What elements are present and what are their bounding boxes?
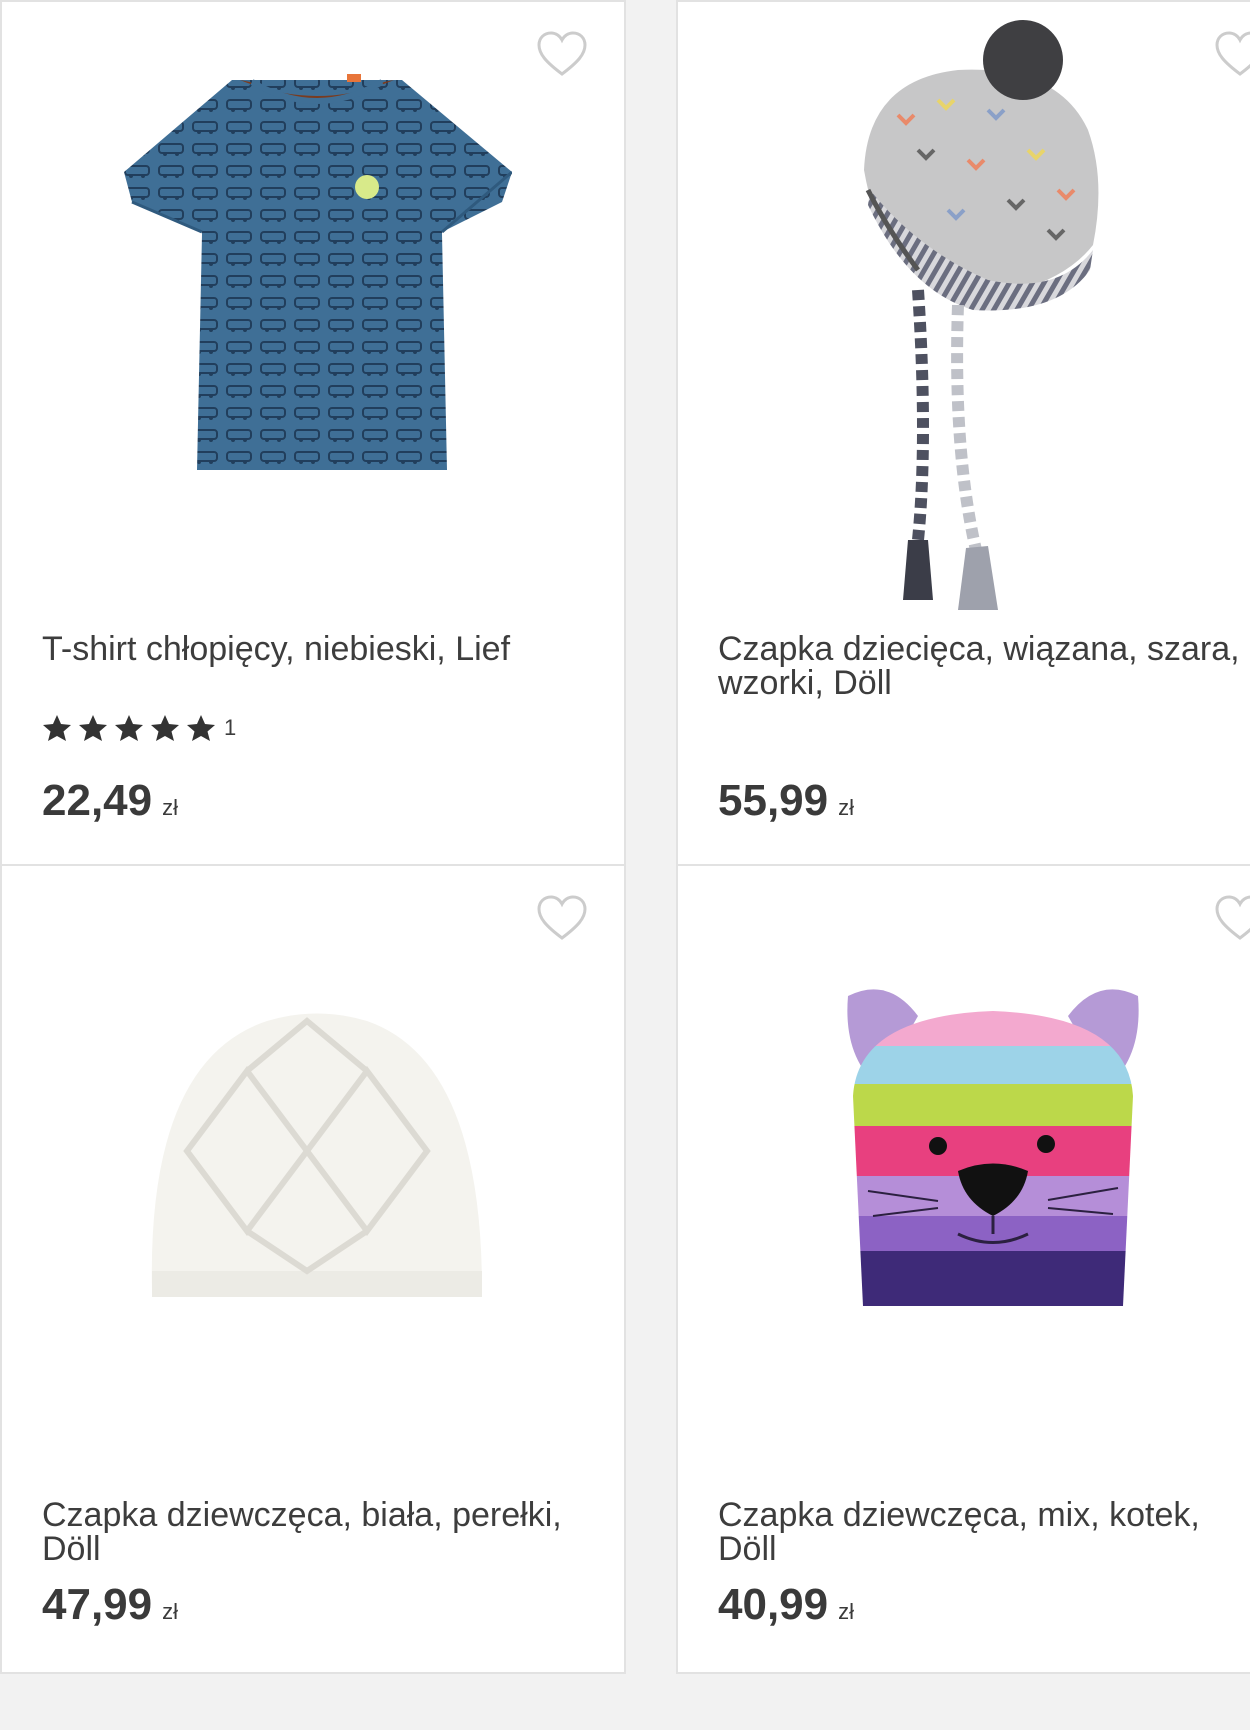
price: 47,99 zł bbox=[42, 1580, 178, 1630]
price-currency: zł bbox=[162, 1599, 178, 1624]
product-image-grey-hat[interactable] bbox=[858, 20, 1108, 620]
price-amount: 55,99 bbox=[718, 776, 829, 825]
star-icon bbox=[150, 714, 180, 742]
favorite-heart-icon[interactable] bbox=[536, 30, 588, 78]
product-title[interactable]: Czapka dziecięca, wiązana, szara, wzorki… bbox=[718, 632, 1250, 700]
product-image-tshirt[interactable] bbox=[122, 72, 512, 492]
product-card[interactable]: Czapka dziewczęca, mix, kotek, Döll 40,9… bbox=[676, 864, 1250, 1674]
price-amount: 22,49 bbox=[42, 776, 153, 825]
price-amount: 40,99 bbox=[718, 1580, 829, 1629]
rating: 1 bbox=[42, 714, 236, 742]
price-amount: 47,99 bbox=[42, 1580, 153, 1629]
star-icon bbox=[42, 714, 72, 742]
favorite-heart-icon[interactable] bbox=[536, 894, 588, 942]
product-card[interactable]: Czapka dziewczęca, biała, perełki, Döll … bbox=[0, 864, 626, 1674]
star-icon bbox=[78, 714, 108, 742]
price: 22,49 zł bbox=[42, 776, 178, 826]
star-icon bbox=[114, 714, 144, 742]
star-icon bbox=[186, 714, 216, 742]
product-title[interactable]: Czapka dziewczęca, mix, kotek, Döll bbox=[718, 1498, 1250, 1566]
product-title[interactable]: Czapka dziewczęca, biała, perełki, Döll bbox=[42, 1498, 582, 1566]
price-currency: zł bbox=[838, 795, 854, 820]
product-title[interactable]: T-shirt chłopięcy, niebieski, Lief bbox=[42, 632, 582, 666]
review-count: 1 bbox=[224, 715, 237, 740]
price: 55,99 zł bbox=[718, 776, 854, 826]
product-card[interactable]: T-shirt chłopięcy, niebieski, Lief 1 22,… bbox=[0, 0, 626, 866]
product-grid: T-shirt chłopięcy, niebieski, Lief 1 22,… bbox=[0, 0, 1250, 1730]
product-card[interactable]: Czapka dziecięca, wiązana, szara, wzorki… bbox=[676, 0, 1250, 866]
favorite-heart-icon[interactable] bbox=[1214, 894, 1250, 942]
favorite-heart-icon[interactable] bbox=[1214, 30, 1250, 78]
price-currency: zł bbox=[162, 795, 178, 820]
product-image-white-beanie[interactable] bbox=[147, 1001, 487, 1301]
price-currency: zł bbox=[838, 1599, 854, 1624]
price: 40,99 zł bbox=[718, 1580, 854, 1630]
product-image-cat-hat[interactable] bbox=[838, 976, 1148, 1326]
